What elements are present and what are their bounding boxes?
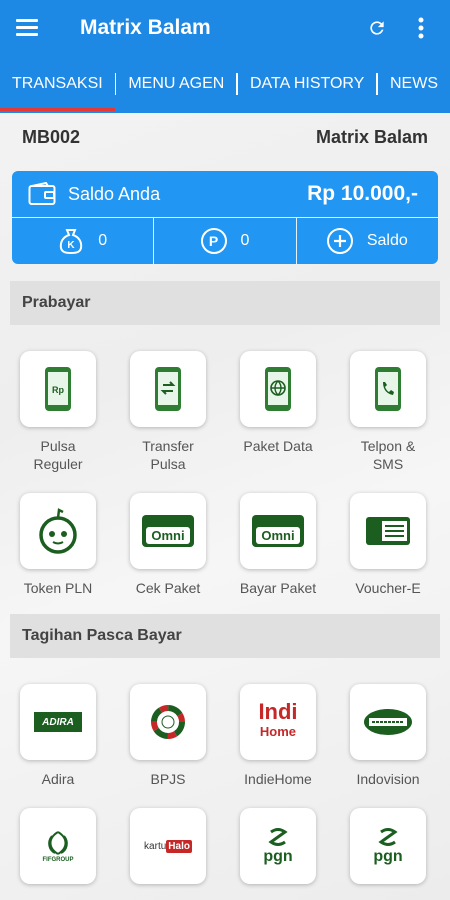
- refresh-icon[interactable]: [364, 15, 390, 41]
- more-vert-icon[interactable]: [408, 15, 434, 41]
- pascabayar-grid: ADIRA Adira BPJS Indi Home IndieHome Ind…: [0, 684, 450, 894]
- menu-transfer-pulsa[interactable]: Transfer Pulsa: [113, 351, 223, 473]
- pln-token-icon: [39, 508, 77, 554]
- menu-bpjs[interactable]: BPJS: [113, 684, 223, 788]
- kartuhalo-logo: kartu Halo: [144, 839, 192, 853]
- balance-card: Saldo Anda Rp 10.000,- K 0 P 0 Saldo: [12, 171, 438, 264]
- section-pascabayar-header: Tagihan Pasca Bayar: [10, 614, 440, 658]
- menu-paket-data[interactable]: Paket Data: [223, 351, 333, 473]
- komisi-button[interactable]: K 0: [12, 218, 155, 264]
- omni-logo: Omni: [142, 515, 194, 547]
- menu-label: Cek Paket: [135, 580, 201, 596]
- tab-transaksi[interactable]: TRANSAKSI: [0, 55, 115, 113]
- menu-pulsa-reguler[interactable]: Rp Pulsa Reguler: [3, 351, 113, 473]
- hamburger-menu-icon[interactable]: [16, 13, 46, 43]
- menu-telpon-sms[interactable]: Telpon & SMS: [333, 351, 443, 473]
- menu-label: Transfer Pulsa: [142, 438, 194, 472]
- money-bag-icon: K: [60, 229, 83, 255]
- indovision-logo: [364, 709, 412, 735]
- tab-menu-agen[interactable]: MENU AGEN: [116, 55, 236, 113]
- menu-token-pln[interactable]: Token PLN: [3, 493, 113, 597]
- menu-label: Token PLN: [23, 580, 93, 596]
- menu-kartu-halo[interactable]: kartu Halo: [113, 808, 223, 894]
- phone-call-icon: [375, 367, 401, 411]
- menu-label: Pulsa Reguler: [33, 438, 83, 472]
- poin-button[interactable]: P 0: [154, 218, 297, 264]
- menu-label: Paket Data: [243, 438, 313, 454]
- menu-indovision[interactable]: Indovision: [333, 684, 443, 788]
- pgn-logo: pgn: [263, 826, 293, 866]
- tab-news[interactable]: NEWS: [378, 55, 450, 113]
- bpjs-logo: [151, 705, 185, 739]
- menu-adira[interactable]: ADIRA Adira: [3, 684, 113, 788]
- menu-pgn[interactable]: pgn: [333, 808, 443, 894]
- fif-logo: FIFGROUP: [43, 830, 74, 863]
- prabayar-grid: Rp Pulsa Reguler Transfer Pulsa Paket Da…: [0, 351, 450, 597]
- menu-indihome[interactable]: Indi Home IndieHome: [223, 684, 333, 788]
- app-bar: Matrix Balam: [0, 0, 450, 55]
- balance-amount: Rp 10.000,-: [307, 182, 418, 205]
- balance-row[interactable]: Saldo Anda Rp 10.000,-: [12, 171, 438, 218]
- tab-bar: TRANSAKSI MENU AGEN DATA HISTORY NEWS: [0, 55, 450, 113]
- menu-voucher-e[interactable]: Voucher-E: [333, 493, 443, 597]
- phone-rp-icon: Rp: [45, 367, 71, 411]
- wallet-icon: [28, 182, 56, 205]
- menu-label: Voucher-E: [355, 580, 421, 596]
- voucher-icon: [366, 517, 410, 545]
- phone-transfer-icon: [155, 367, 181, 411]
- add-circle-icon: [326, 228, 353, 254]
- points-icon: P: [200, 228, 227, 254]
- poin-value: 0: [240, 232, 250, 249]
- svg-text:K: K: [68, 240, 76, 251]
- account-name: Matrix Balam: [315, 126, 428, 147]
- svg-text:Rp: Rp: [52, 385, 64, 395]
- menu-label: IndieHome: [244, 771, 312, 787]
- topup-saldo-button[interactable]: Saldo: [297, 218, 438, 264]
- account-row: MB002 Matrix Balam: [0, 113, 450, 161]
- omni-logo: Omni: [252, 515, 304, 547]
- menu-bayar-paket[interactable]: Omni Bayar Paket: [223, 493, 333, 597]
- pgn-logo: pgn: [373, 826, 403, 866]
- menu-label: Bayar Paket: [239, 580, 317, 596]
- menu-cek-paket[interactable]: Omni Cek Paket: [113, 493, 223, 597]
- tab-data-history[interactable]: DATA HISTORY: [238, 55, 376, 113]
- indihome-logo: Indi Home: [258, 699, 298, 740]
- section-prabayar-header: Prabayar: [10, 281, 440, 325]
- menu-label: Telpon & SMS: [360, 438, 416, 472]
- account-id: MB002: [22, 126, 81, 147]
- menu-label: Indovision: [356, 771, 420, 787]
- balance-label: Saldo Anda: [68, 183, 161, 204]
- menu-label: BPJS: [150, 771, 186, 787]
- adira-logo: ADIRA: [34, 712, 82, 732]
- phone-globe-icon: [265, 367, 291, 411]
- menu-fifgroup[interactable]: FIFGROUP: [3, 808, 113, 894]
- menu-label: Adira: [41, 771, 75, 787]
- komisi-value: 0: [98, 232, 108, 249]
- app-title: Matrix Balam: [80, 15, 211, 39]
- menu-pgn[interactable]: pgn: [223, 808, 333, 894]
- topup-label: Saldo: [366, 232, 408, 249]
